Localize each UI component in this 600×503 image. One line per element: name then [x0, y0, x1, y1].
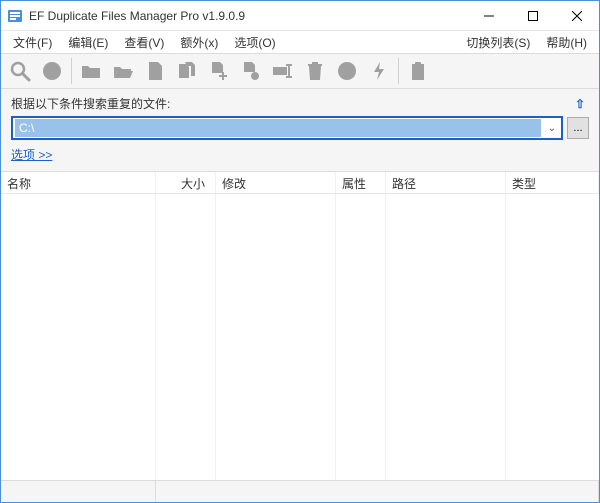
maximize-button[interactable]: [511, 1, 555, 30]
status-cell: [156, 481, 599, 502]
file-icon[interactable]: [140, 56, 170, 86]
browse-button[interactable]: ...: [567, 117, 589, 139]
toolbar-separator: [398, 58, 399, 84]
circle-icon[interactable]: [37, 56, 67, 86]
status-cell: [1, 481, 156, 502]
menu-view[interactable]: 查看(V): [116, 32, 172, 53]
search-icon[interactable]: [5, 56, 35, 86]
menu-options[interactable]: 选项(O): [226, 32, 283, 53]
bolt-icon[interactable]: [364, 56, 394, 86]
menu-extra[interactable]: 额外(x): [172, 32, 226, 53]
column-path[interactable]: 路径: [386, 172, 506, 193]
add-file-icon[interactable]: [204, 56, 234, 86]
column-name[interactable]: 名称: [1, 172, 156, 193]
window-title: EF Duplicate Files Manager Pro v1.9.0.9: [29, 9, 467, 23]
toolbar: [1, 53, 599, 89]
paste-icon[interactable]: [403, 56, 433, 86]
table-header: 名称 大小 修改 属性 路径 类型: [1, 172, 599, 194]
collapse-arrow-icon[interactable]: ⇧: [571, 97, 589, 111]
search-panel: 根据以下条件搜索重复的文件: ⇧ ⌄ ... 选项 >>: [1, 89, 599, 172]
results-table: 名称 大小 修改 属性 路径 类型: [1, 172, 599, 480]
app-icon: [7, 8, 23, 24]
file-gear-icon[interactable]: [236, 56, 266, 86]
folder-icon[interactable]: [76, 56, 106, 86]
main-window: EF Duplicate Files Manager Pro v1.9.0.9 …: [0, 0, 600, 503]
rename-icon[interactable]: [268, 56, 298, 86]
column-size[interactable]: 大小: [156, 172, 216, 193]
files-icon[interactable]: [172, 56, 202, 86]
path-input[interactable]: [15, 119, 541, 137]
search-label: 根据以下条件搜索重复的文件:: [11, 95, 170, 112]
folder-open-icon[interactable]: [108, 56, 138, 86]
statusbar: [1, 480, 599, 502]
window-controls: [467, 1, 599, 30]
table-body: [1, 194, 599, 480]
options-link[interactable]: 选项 >>: [11, 146, 52, 163]
menubar: 文件(F) 编辑(E) 查看(V) 额外(x) 选项(O) 切换列表(S) 帮助…: [1, 31, 599, 53]
menu-switch-list[interactable]: 切换列表(S): [458, 32, 538, 53]
menu-edit[interactable]: 编辑(E): [60, 32, 116, 53]
chevron-down-icon[interactable]: ⌄: [543, 123, 561, 134]
minimize-button[interactable]: [467, 1, 511, 30]
trash-icon[interactable]: [300, 56, 330, 86]
close-button[interactable]: [555, 1, 599, 30]
titlebar: EF Duplicate Files Manager Pro v1.9.0.9: [1, 1, 599, 31]
column-attr[interactable]: 属性: [336, 172, 386, 193]
circle2-icon[interactable]: [332, 56, 362, 86]
menu-file[interactable]: 文件(F): [5, 32, 60, 53]
toolbar-separator: [71, 58, 72, 84]
menu-help[interactable]: 帮助(H): [538, 32, 595, 53]
column-type[interactable]: 类型: [506, 172, 599, 193]
column-modified[interactable]: 修改: [216, 172, 336, 193]
path-combobox[interactable]: ⌄: [11, 116, 563, 140]
